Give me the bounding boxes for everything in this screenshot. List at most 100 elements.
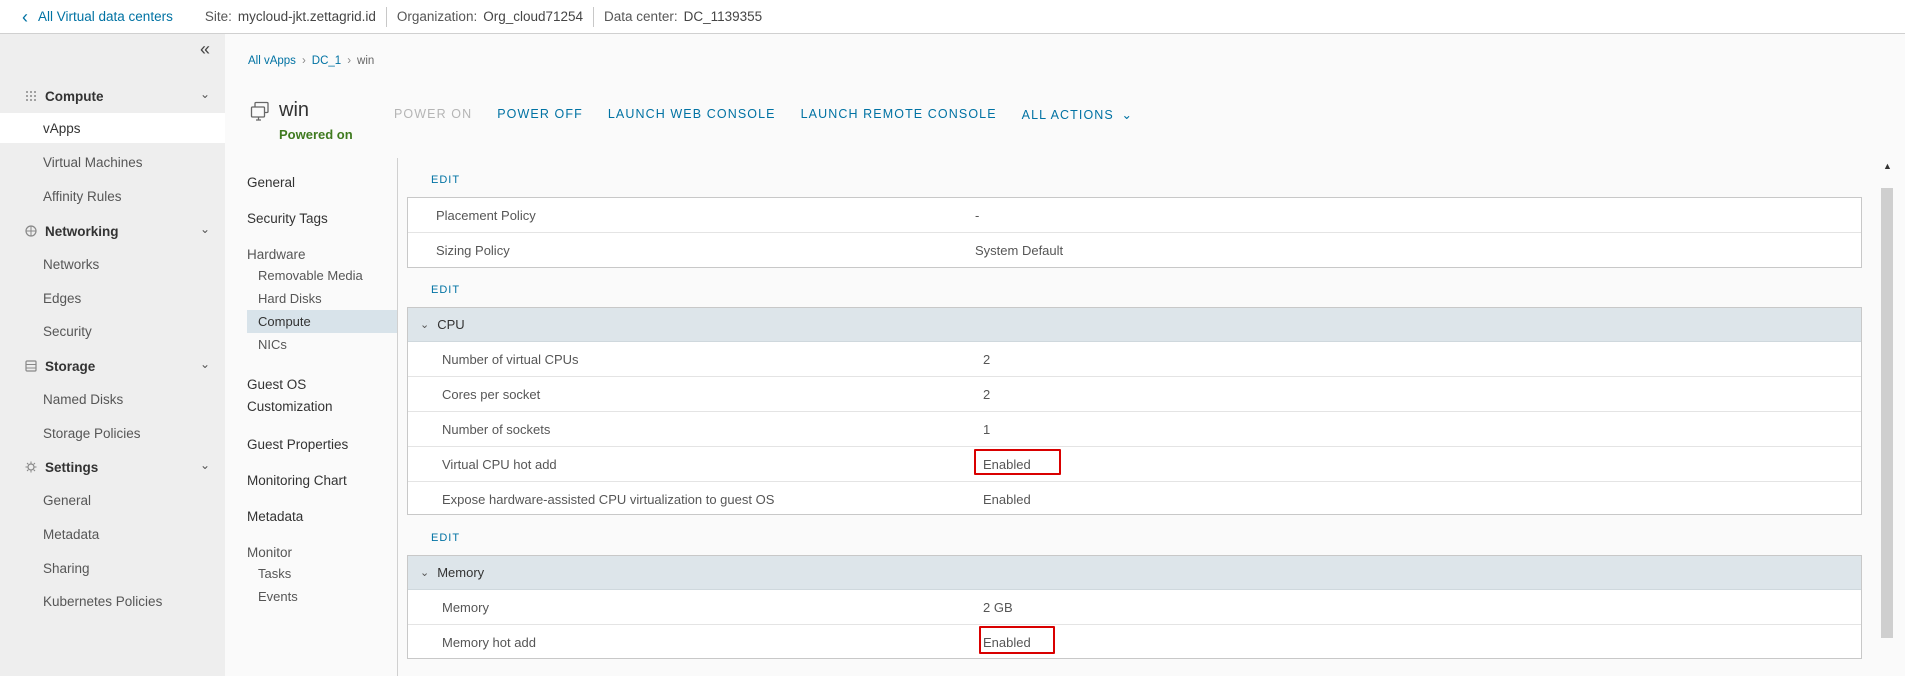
breadcrumb-current: win xyxy=(357,55,375,67)
sidebar-item-label: Sharing xyxy=(43,560,90,576)
row-label: Cores per socket xyxy=(442,386,541,402)
back-to-vdcs-link[interactable]: ‹ All Virtual data centers xyxy=(0,8,173,26)
sidebar-item-affinity-rules[interactable]: Affinity Rules xyxy=(0,181,225,211)
sidebar-section-storage[interactable]: Storage ⌄ xyxy=(0,354,225,378)
edit-policies-button[interactable]: EDIT xyxy=(431,174,460,186)
sidebar-item-general[interactable]: General xyxy=(0,485,225,515)
row-label: Sizing Policy xyxy=(436,243,510,258)
gear-icon xyxy=(24,460,38,474)
nav-nics[interactable]: NICs xyxy=(247,333,397,356)
sidebar-item-label: Networks xyxy=(43,256,100,272)
top-header: ‹ All Virtual data centers Site: mycloud… xyxy=(0,0,1905,34)
row-value: - xyxy=(975,207,980,223)
sidebar-item-label: vApps xyxy=(43,120,81,136)
sidebar-item-sharing[interactable]: Sharing xyxy=(0,553,225,583)
scrollbar-thumb[interactable] xyxy=(1881,188,1893,638)
memory-row: Memory hot add Enabled xyxy=(408,625,1861,660)
sidebar-item-metadata[interactable]: Metadata xyxy=(0,519,225,549)
sidebar-item-virtual-machines[interactable]: Virtual Machines xyxy=(0,147,225,177)
nav-guest-os-customization[interactable]: Guest OS Customization xyxy=(247,374,333,418)
sidebar-section-settings[interactable]: Settings ⌄ xyxy=(0,455,225,479)
nav-label: Compute xyxy=(258,314,311,329)
row-value: 2 xyxy=(983,386,991,402)
sidebar-item-kubernetes-policies[interactable]: Kubernetes Policies xyxy=(0,586,225,616)
breadcrumb-link-dc[interactable]: DC_1 xyxy=(312,55,341,67)
page: ‹ All Virtual data centers Site: mycloud… xyxy=(0,0,1905,676)
launch-web-console-button[interactable]: LAUNCH WEB CONSOLE xyxy=(608,107,776,122)
edit-cpu-button[interactable]: EDIT xyxy=(431,284,460,296)
site-label: Site: xyxy=(204,9,232,24)
sidebar-item-storage-policies[interactable]: Storage Policies xyxy=(0,418,225,448)
sidebar-item-networks[interactable]: Networks xyxy=(0,249,225,279)
sidebar-item-label: Storage Policies xyxy=(43,425,141,441)
nav-label: Guest OS xyxy=(247,377,307,392)
nav-label: Removable Media xyxy=(258,268,363,283)
vm-icon xyxy=(250,101,270,121)
cpu-panel: ⌄ CPU Number of virtual CPUs 2 Cores per … xyxy=(407,307,1862,515)
nav-security-tags[interactable]: Security Tags xyxy=(247,211,328,226)
nav-hard-disks[interactable]: Hard Disks xyxy=(247,287,397,310)
power-off-button[interactable]: POWER OFF xyxy=(497,107,583,122)
sidebar-item-label: General xyxy=(43,492,92,508)
breadcrumb-link-all-vapps[interactable]: All vApps xyxy=(248,55,296,67)
all-actions-label: ALL ACTIONS xyxy=(1021,108,1114,122)
org-label: Organization: xyxy=(396,9,478,24)
sidebar-item-security[interactable]: Security xyxy=(0,316,225,346)
section-title: Memory xyxy=(437,565,485,580)
nav-label: Hard Disks xyxy=(258,291,322,306)
nav-guest-properties[interactable]: Guest Properties xyxy=(247,437,348,452)
all-actions-dropdown[interactable]: ALL ACTIONS ⌄ xyxy=(1022,107,1133,122)
sidebar-item-vapps[interactable]: vApps xyxy=(0,113,225,143)
sidebar-section-compute[interactable]: Compute ⌄ xyxy=(0,84,225,108)
row-value: Enabled xyxy=(983,635,1031,650)
chevron-right-icon: › xyxy=(347,55,352,67)
vm-actions-bar: POWER ON POWER OFF LAUNCH WEB CONSOLE LA… xyxy=(394,107,1158,122)
back-link-label: All Virtual data centers xyxy=(38,9,173,24)
vertical-scrollbar[interactable]: ▲ xyxy=(1880,158,1894,638)
cpu-row: Expose hardware-assisted CPU virtualizat… xyxy=(408,482,1861,517)
org-value: Org_cloud71254 xyxy=(483,9,584,24)
nav-removable-media[interactable]: Removable Media xyxy=(247,264,397,287)
policy-row: Sizing Policy System Default xyxy=(408,233,1861,268)
row-label: Virtual CPU hot add xyxy=(442,456,557,472)
sidebar-section-label: Compute xyxy=(45,88,104,104)
scroll-up-icon[interactable]: ▲ xyxy=(1883,161,1892,171)
nav-general[interactable]: General xyxy=(247,175,295,190)
vm-details-nav: General Security Tags Hardware Removable… xyxy=(225,158,398,676)
memory-section-header[interactable]: ⌄ Memory xyxy=(408,556,1861,590)
nav-monitoring-chart[interactable]: Monitoring Chart xyxy=(247,473,347,488)
sidebar-item-label: Metadata xyxy=(43,526,100,542)
dc-value: DC_1139355 xyxy=(683,9,763,24)
sidebar-item-label: Named Disks xyxy=(43,391,124,407)
sidebar-section-label: Settings xyxy=(45,459,99,475)
nav-metadata[interactable]: Metadata xyxy=(247,509,303,524)
nav-label: NICs xyxy=(258,337,287,352)
nav-tasks[interactable]: Tasks xyxy=(247,562,397,585)
nav-compute[interactable]: Compute xyxy=(247,310,397,333)
row-label: Expose hardware-assisted CPU virtualizat… xyxy=(442,492,775,507)
nav-events[interactable]: Events xyxy=(247,585,397,608)
chevron-down-icon: ⌄ xyxy=(200,458,211,472)
nav-monitor-group: Monitor xyxy=(247,545,293,560)
sidebar-section-networking[interactable]: Networking ⌄ xyxy=(0,219,225,243)
edit-memory-button[interactable]: EDIT xyxy=(431,532,460,544)
policy-row: Placement Policy - xyxy=(408,198,1861,233)
dc-info: Data center: DC_1139355 xyxy=(594,7,772,27)
vm-name: win xyxy=(279,99,310,121)
row-value: 1 xyxy=(983,421,991,437)
nav-label: Events xyxy=(258,589,298,604)
row-value: Enabled xyxy=(983,456,1031,472)
site-value: mycloud-jkt.zettagrid.id xyxy=(237,9,376,24)
sidebar-item-named-disks[interactable]: Named Disks xyxy=(0,384,225,414)
launch-remote-console-button[interactable]: LAUNCH REMOTE CONSOLE xyxy=(801,107,997,122)
nav-label: Customization xyxy=(247,399,333,414)
row-label: Number of virtual CPUs xyxy=(442,351,579,367)
cpu-row: Number of virtual CPUs 2 xyxy=(408,342,1861,377)
cpu-section-header[interactable]: ⌄ CPU xyxy=(408,308,1861,342)
sidebar-item-edges[interactable]: Edges xyxy=(0,283,225,313)
sidebar: « Compute ⌄ vApps Virtual Machines Affin… xyxy=(0,34,225,676)
chevron-down-icon: ⌄ xyxy=(420,319,430,331)
row-value: System Default xyxy=(975,243,1064,258)
collapse-sidebar-icon[interactable]: « xyxy=(200,39,210,60)
site-info: Site: mycloud-jkt.zettagrid.id xyxy=(205,7,386,27)
